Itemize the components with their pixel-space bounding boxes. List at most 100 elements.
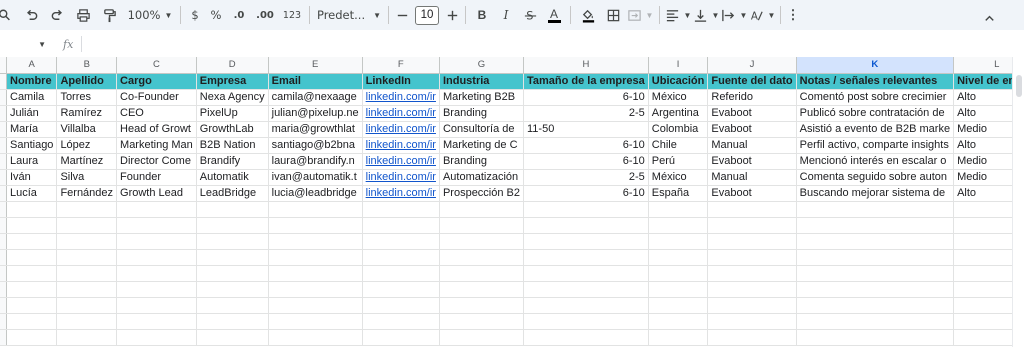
cell[interactable]: laura@brandify.n [268, 153, 363, 170]
column-header-f[interactable]: F [362, 57, 440, 74]
cell[interactable] [56, 233, 118, 250]
cell[interactable] [523, 281, 649, 298]
cell[interactable]: Manual [707, 137, 797, 154]
cell[interactable] [523, 201, 649, 218]
column-header-h[interactable]: H [523, 57, 649, 74]
cell[interactable] [439, 249, 525, 266]
linkedin-link[interactable]: linkedin.com/ir [366, 187, 436, 199]
cell[interactable]: Evaboot [707, 105, 797, 122]
cell[interactable]: B2B Nation [196, 137, 269, 154]
cell[interactable] [796, 249, 955, 266]
cell[interactable]: México [648, 89, 709, 106]
cell[interactable] [6, 217, 58, 234]
cell[interactable] [116, 233, 197, 250]
borders-icon[interactable] [601, 3, 625, 27]
cell[interactable] [362, 313, 440, 330]
column-header-g[interactable]: G [439, 57, 525, 74]
cell[interactable] [6, 201, 58, 218]
cell[interactable] [56, 297, 118, 314]
cell[interactable]: linkedin.com/ir [362, 153, 440, 170]
cell[interactable] [196, 281, 269, 298]
cell[interactable] [116, 217, 197, 234]
cell[interactable] [116, 201, 197, 218]
cell[interactable]: Argentina [648, 105, 709, 122]
cell[interactable]: linkedin.com/ir [362, 185, 440, 202]
cell[interactable] [116, 329, 197, 346]
currency-format-button[interactable]: $ [185, 3, 205, 27]
text-wrapping-icon[interactable]: ▼ [720, 3, 748, 27]
cell[interactable]: Marketing Man [116, 137, 197, 154]
cell[interactable]: julian@pixelup.ne [268, 105, 363, 122]
cell[interactable]: 6-10 [523, 185, 649, 202]
cell[interactable] [648, 297, 709, 314]
cell[interactable] [796, 313, 955, 330]
cell[interactable] [707, 281, 797, 298]
column-header-a[interactable]: A [6, 57, 58, 74]
cell[interactable] [362, 217, 440, 234]
cell[interactable] [268, 233, 363, 250]
cell[interactable] [196, 233, 269, 250]
cell[interactable]: Santiago [6, 137, 58, 154]
cell[interactable]: Manual [707, 169, 797, 186]
cell[interactable] [648, 281, 709, 298]
more-options-icon[interactable]: ⋮ [785, 3, 801, 27]
header-cell[interactable]: Nombre [6, 73, 58, 90]
cell[interactable]: linkedin.com/ir [362, 169, 440, 186]
cell[interactable] [268, 217, 363, 234]
cell[interactable]: camila@nexaage [268, 89, 363, 106]
cell[interactable] [268, 329, 363, 346]
name-box[interactable]: ▼ [0, 31, 50, 57]
linkedin-link[interactable]: linkedin.com/ir [366, 155, 436, 167]
cell[interactable] [648, 217, 709, 234]
cell[interactable] [796, 265, 955, 282]
cell[interactable]: Nexa Agency [196, 89, 269, 106]
cell[interactable]: Asistió a evento de B2B marke [796, 121, 955, 138]
cell[interactable]: Director Come [116, 153, 197, 170]
cell[interactable] [439, 297, 525, 314]
cell[interactable]: linkedin.com/ir [362, 121, 440, 138]
vertical-align-icon[interactable]: ▼ [692, 3, 720, 27]
cell[interactable] [56, 217, 118, 234]
cell[interactable]: Comenta seguido sobre auton [796, 169, 955, 186]
zoom-select[interactable]: 100% ▼ [124, 3, 176, 27]
cell[interactable] [523, 217, 649, 234]
cell[interactable]: Camila [6, 89, 58, 106]
cell[interactable] [6, 313, 58, 330]
cell[interactable] [648, 329, 709, 346]
cell[interactable] [56, 313, 118, 330]
cell[interactable] [268, 201, 363, 218]
cell[interactable] [648, 313, 709, 330]
cell[interactable] [707, 265, 797, 282]
cell[interactable]: Martínez [56, 153, 118, 170]
cell[interactable]: Perú [648, 153, 709, 170]
strikethrough-icon[interactable]: S [518, 3, 542, 27]
cell[interactable]: 6-10 [523, 137, 649, 154]
cell[interactable] [648, 201, 709, 218]
font-size-input[interactable]: 10 [415, 5, 439, 25]
cell[interactable] [56, 281, 118, 298]
more-formats-button[interactable]: 123 [279, 3, 305, 27]
cell[interactable] [439, 329, 525, 346]
cell[interactable] [116, 313, 197, 330]
cell[interactable] [362, 201, 440, 218]
cell[interactable] [439, 201, 525, 218]
cell[interactable] [648, 233, 709, 250]
cell[interactable] [796, 281, 955, 298]
cell[interactable] [523, 233, 649, 250]
cell[interactable] [362, 233, 440, 250]
linkedin-link[interactable]: linkedin.com/ir [366, 107, 436, 119]
cell[interactable]: CEO [116, 105, 197, 122]
cell[interactable] [796, 233, 955, 250]
header-cell[interactable]: Tamaño de la empresa [523, 73, 649, 90]
cell[interactable] [707, 249, 797, 266]
cell[interactable] [439, 313, 525, 330]
cell[interactable] [796, 201, 955, 218]
merge-cells-icon[interactable]: ▼ [625, 3, 655, 27]
cell[interactable] [707, 297, 797, 314]
column-header-k[interactable]: K [796, 57, 955, 74]
cell[interactable] [196, 313, 269, 330]
percent-format-button[interactable]: % [205, 3, 227, 27]
cell[interactable]: Automatik [196, 169, 269, 186]
cell[interactable] [362, 265, 440, 282]
cell[interactable]: López [56, 137, 118, 154]
